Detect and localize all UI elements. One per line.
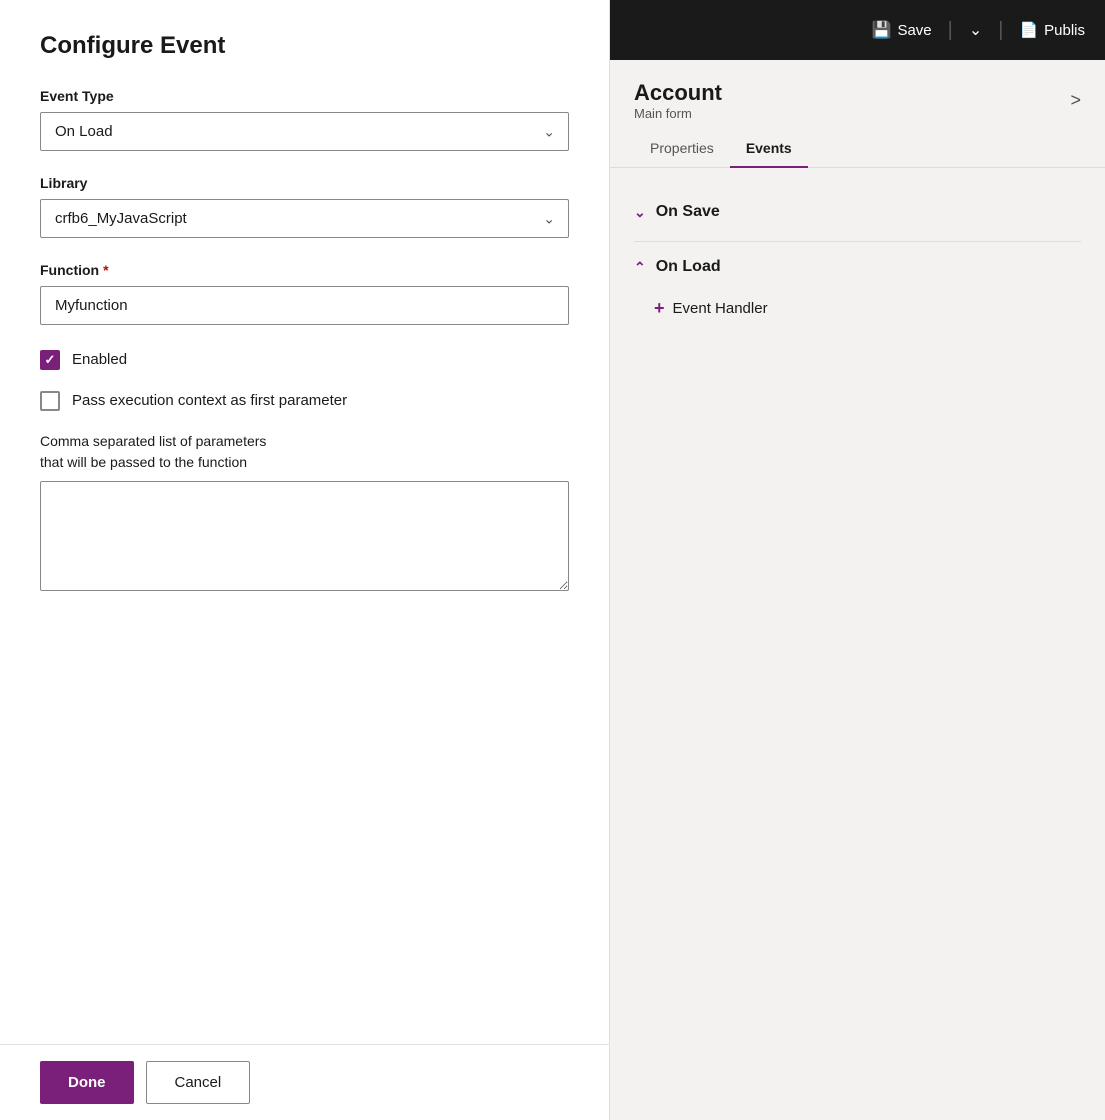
top-bar: 💾 Save | ⌄ | 📄 Publis — [610, 0, 1105, 60]
tabs-bar: Properties Events — [610, 130, 1105, 168]
on-load-toggle-icon: ⌃ — [634, 259, 646, 276]
event-type-label: Event Type — [40, 88, 569, 104]
event-type-select[interactable]: On Load On Save On Change — [40, 112, 569, 151]
params-textarea[interactable] — [40, 481, 569, 591]
chevron-down-icon[interactable]: ⌄ — [969, 20, 982, 40]
function-label: Function * — [40, 262, 569, 278]
account-title-block: Account Main form — [634, 80, 722, 121]
pass-context-label: Pass execution context as first paramete… — [72, 390, 347, 411]
publish-button[interactable]: 📄 Publis — [1019, 21, 1085, 39]
publish-icon: 📄 — [1019, 21, 1038, 39]
library-select[interactable]: crfb6_MyJavaScript — [40, 199, 569, 238]
enabled-label: Enabled — [72, 349, 127, 370]
right-panel — [610, 0, 1105, 1120]
event-group-on-save: ⌄ On Save — [634, 191, 1081, 233]
event-handler-label: Event Handler — [673, 300, 768, 317]
cancel-button[interactable]: Cancel — [146, 1061, 251, 1104]
events-section: ⌄ On Save ⌃ On Load + Event Handler — [610, 175, 1105, 353]
done-button[interactable]: Done — [40, 1061, 134, 1104]
params-label: Comma separated list of parametersthat w… — [40, 431, 569, 473]
tab-events[interactable]: Events — [730, 130, 808, 168]
topbar-divider2: | — [998, 19, 1003, 42]
pass-context-checkbox[interactable] — [40, 391, 60, 411]
account-subtitle: Main form — [634, 106, 722, 121]
topbar-divider: | — [948, 19, 953, 42]
modal-content: Configure Event Event Type On Load On Sa… — [0, 0, 609, 1044]
save-button[interactable]: 💾 Save — [872, 20, 932, 40]
configure-event-modal: Configure Event Event Type On Load On Sa… — [0, 0, 610, 1120]
on-save-label: On Save — [656, 203, 720, 221]
function-input[interactable] — [40, 286, 569, 325]
library-label: Library — [40, 175, 569, 191]
on-save-header[interactable]: ⌄ On Save — [634, 191, 1081, 233]
library-select-wrapper: crfb6_MyJavaScript ⌄ — [40, 199, 569, 238]
on-load-label: On Load — [656, 258, 721, 276]
enabled-checkbox[interactable] — [40, 350, 60, 370]
on-load-header[interactable]: ⌃ On Load — [634, 246, 1081, 288]
function-field: Function * — [40, 262, 569, 325]
enabled-checkbox-row: Enabled — [40, 349, 569, 370]
account-title: Account — [634, 80, 722, 106]
event-type-select-wrapper: On Load On Save On Change ⌄ — [40, 112, 569, 151]
expand-icon[interactable]: > — [1070, 90, 1081, 111]
save-label: Save — [897, 22, 931, 39]
pass-context-checkbox-row: Pass execution context as first paramete… — [40, 390, 569, 411]
account-header: Account Main form > — [610, 60, 1105, 131]
on-save-toggle-icon: ⌄ — [634, 204, 646, 221]
publish-label: Publis — [1044, 22, 1085, 39]
tab-properties[interactable]: Properties — [634, 130, 730, 168]
modal-title: Configure Event — [40, 32, 569, 60]
modal-footer: Done Cancel — [0, 1044, 609, 1120]
required-star: * — [103, 262, 108, 278]
event-group-on-load: ⌃ On Load + Event Handler — [634, 246, 1081, 329]
event-type-field: Event Type On Load On Save On Change ⌄ — [40, 88, 569, 151]
library-field: Library crfb6_MyJavaScript ⌄ — [40, 175, 569, 238]
event-handler-row[interactable]: + Event Handler — [634, 288, 1081, 329]
params-field: Comma separated list of parametersthat w… — [40, 431, 569, 596]
save-icon: 💾 — [872, 20, 892, 40]
add-event-handler-icon: + — [654, 298, 665, 319]
section-divider — [634, 241, 1081, 242]
